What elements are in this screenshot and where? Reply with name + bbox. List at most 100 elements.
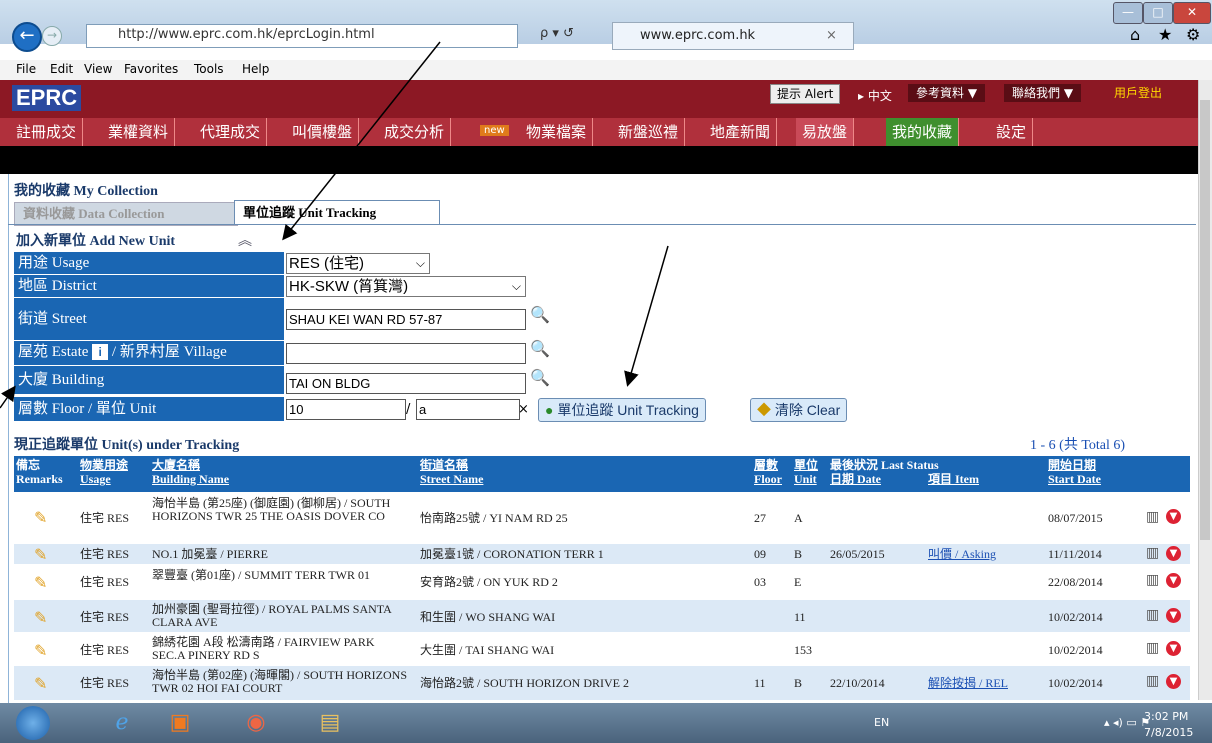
- nav-easy-listing[interactable]: 易放盤: [796, 118, 855, 146]
- estate-label-text: 屋苑 Estate: [18, 344, 89, 360]
- clear-button-label: 清除 Clear: [774, 402, 841, 418]
- tracking-count: 1 - 6 (共 Total 6): [1030, 438, 1126, 453]
- start-button[interactable]: [16, 706, 50, 740]
- delete-icon[interactable]: ▼: [1166, 674, 1181, 689]
- folder-icon[interactable]: ▤: [312, 708, 348, 738]
- building-search-icon[interactable]: 🔍: [530, 368, 550, 387]
- col-item[interactable]: 項目 Item: [928, 472, 979, 486]
- clear-button[interactable]: ◆ 清除 Clear: [750, 398, 848, 422]
- tab-close-icon[interactable]: ×: [826, 28, 837, 43]
- tab-data-collection[interactable]: 資料收藏 Data Collection: [14, 202, 238, 226]
- favorites-star-icon[interactable]: ★: [1158, 25, 1172, 44]
- delete-icon[interactable]: ▼: [1166, 641, 1181, 656]
- nav-settings[interactable]: 設定: [990, 118, 1034, 146]
- floor-input[interactable]: 10: [286, 399, 406, 420]
- nav-agent-transactions[interactable]: 代理成交: [194, 118, 268, 146]
- maximize-button[interactable]: □: [1143, 2, 1173, 24]
- col-floor[interactable]: 層數 Floor: [754, 458, 782, 486]
- alert-button[interactable]: 提示 Alert: [770, 84, 841, 104]
- contact-menu[interactable]: 聯絡我們 ▼: [1004, 84, 1082, 102]
- forward-button[interactable]: →: [42, 26, 62, 46]
- clock-time[interactable]: 3:02 PM: [1144, 710, 1188, 723]
- building-input[interactable]: TAI ON BLDG: [286, 373, 526, 394]
- info-icon[interactable]: i: [92, 344, 109, 360]
- row-status-item-link[interactable]: 解除按揭 / REL: [928, 677, 1008, 690]
- book-icon[interactable]: ▥: [1146, 607, 1159, 623]
- clock-date[interactable]: 7/8/2015: [1144, 726, 1193, 739]
- nav-property-news[interactable]: 地產新聞: [704, 118, 778, 146]
- col-date[interactable]: 日期 Date: [830, 472, 881, 486]
- book-icon[interactable]: ▥: [1146, 509, 1159, 525]
- row-street: 加冕臺1號 / CORONATION TERR 1: [420, 547, 604, 561]
- nav-new-developments[interactable]: 新盤巡禮: [612, 118, 686, 146]
- nav-ownership[interactable]: 業權資料: [102, 118, 176, 146]
- menu-file[interactable]: File: [16, 62, 36, 76]
- col-street[interactable]: 街道名稱 Street Name: [420, 458, 483, 486]
- logout-link[interactable]: 用戶登出: [1106, 84, 1170, 102]
- nav-my-collection[interactable]: 我的收藏: [886, 118, 960, 146]
- reference-menu[interactable]: 參考資料 ▼: [908, 84, 986, 102]
- collapse-chevron-icon[interactable]: ︽: [238, 230, 252, 250]
- delete-icon[interactable]: ▼: [1166, 573, 1181, 588]
- menu-help[interactable]: Help: [242, 62, 269, 76]
- eprc-logo[interactable]: EPRC: [12, 85, 82, 111]
- chrome-icon[interactable]: ◉: [238, 708, 274, 738]
- district-select[interactable]: HK-SKW (筲箕灣) ⌵: [286, 276, 526, 297]
- estate-input[interactable]: [286, 343, 526, 364]
- book-icon[interactable]: ▥: [1146, 640, 1159, 656]
- collection-title: 我的收藏 My Collection: [14, 184, 158, 199]
- ie-icon[interactable]: ℯ: [104, 708, 140, 738]
- delete-icon[interactable]: ▼: [1166, 546, 1181, 561]
- minimize-button[interactable]: —: [1113, 2, 1143, 24]
- address-search-refresh-icons[interactable]: ρ ▾ ↺: [540, 26, 574, 41]
- edit-remark-icon[interactable]: ✎: [34, 608, 47, 627]
- home-icon[interactable]: ⌂: [1130, 25, 1140, 44]
- street-label: 街道 Street: [14, 298, 284, 341]
- edit-remark-icon[interactable]: ✎: [34, 674, 47, 693]
- book-icon[interactable]: ▥: [1146, 673, 1159, 689]
- nav-asking-listings[interactable]: 叫價樓盤: [286, 118, 360, 146]
- unit-input[interactable]: a: [416, 399, 520, 420]
- edit-remark-icon[interactable]: ✎: [34, 641, 47, 660]
- office-icon[interactable]: ▣: [162, 708, 198, 738]
- menu-favorites[interactable]: Favorites: [124, 62, 178, 76]
- book-icon[interactable]: ▥: [1146, 572, 1159, 588]
- street-search-icon[interactable]: 🔍: [530, 305, 550, 324]
- edit-remark-icon[interactable]: ✎: [34, 545, 47, 564]
- nav-registered-transactions[interactable]: 註冊成交: [10, 118, 84, 146]
- edit-remark-icon[interactable]: ✎: [34, 573, 47, 592]
- browser-tab-title[interactable]: www.eprc.com.hk: [640, 28, 755, 43]
- menu-edit[interactable]: Edit: [50, 62, 73, 76]
- tab-unit-tracking[interactable]: 單位追蹤 Unit Tracking: [234, 200, 440, 225]
- close-window-button[interactable]: ✕: [1173, 2, 1211, 24]
- book-icon[interactable]: ▥: [1146, 545, 1159, 561]
- delete-icon[interactable]: ▼: [1166, 509, 1181, 524]
- language-link[interactable]: ▸ 中文: [858, 87, 892, 104]
- language-indicator[interactable]: EN: [874, 716, 889, 729]
- col-building[interactable]: 大廈名稱 Building Name: [152, 458, 229, 486]
- nav-property-profile[interactable]: 物業檔案: [520, 118, 594, 146]
- nav-transaction-analysis[interactable]: 成交分析: [378, 118, 452, 146]
- edit-remark-icon[interactable]: ✎: [34, 508, 47, 527]
- col-unit[interactable]: 單位 Unit: [794, 458, 818, 486]
- gear-icon[interactable]: ⚙: [1186, 25, 1200, 44]
- row-street: 大生圍 / TAI SHANG WAI: [420, 643, 555, 657]
- district-label: 地區 District: [14, 275, 284, 298]
- address-text[interactable]: http://www.eprc.com.hk/eprcLogin.html: [118, 27, 375, 42]
- usage-select[interactable]: RES (住宅) ⌵: [286, 253, 430, 274]
- estate-search-icon[interactable]: 🔍: [530, 339, 550, 358]
- chevron-down-icon: ⌵: [511, 279, 521, 293]
- delete-icon[interactable]: ▼: [1166, 608, 1181, 623]
- back-button[interactable]: ←: [12, 22, 42, 52]
- row-status-item-link[interactable]: 叫價 / Asking: [928, 548, 996, 561]
- usage-label: 用途 Usage: [14, 252, 284, 275]
- menu-view[interactable]: View: [84, 62, 112, 76]
- row-building: 錦綉花園 A段 松濤南路 / FAIRVIEW PARK SEC.A PINER…: [152, 635, 375, 662]
- col-usage[interactable]: 物業用途 Usage: [80, 458, 128, 486]
- menu-tools[interactable]: Tools: [194, 62, 224, 76]
- unit-tracking-button[interactable]: ● 單位追蹤 Unit Tracking: [538, 398, 706, 422]
- col-start-date[interactable]: 開始日期 Start Date: [1048, 458, 1101, 486]
- street-input[interactable]: SHAU KEI WAN RD 57-87: [286, 309, 526, 330]
- scrollbar-thumb[interactable]: [1200, 100, 1210, 540]
- clear-x-icon[interactable]: ×: [518, 402, 529, 417]
